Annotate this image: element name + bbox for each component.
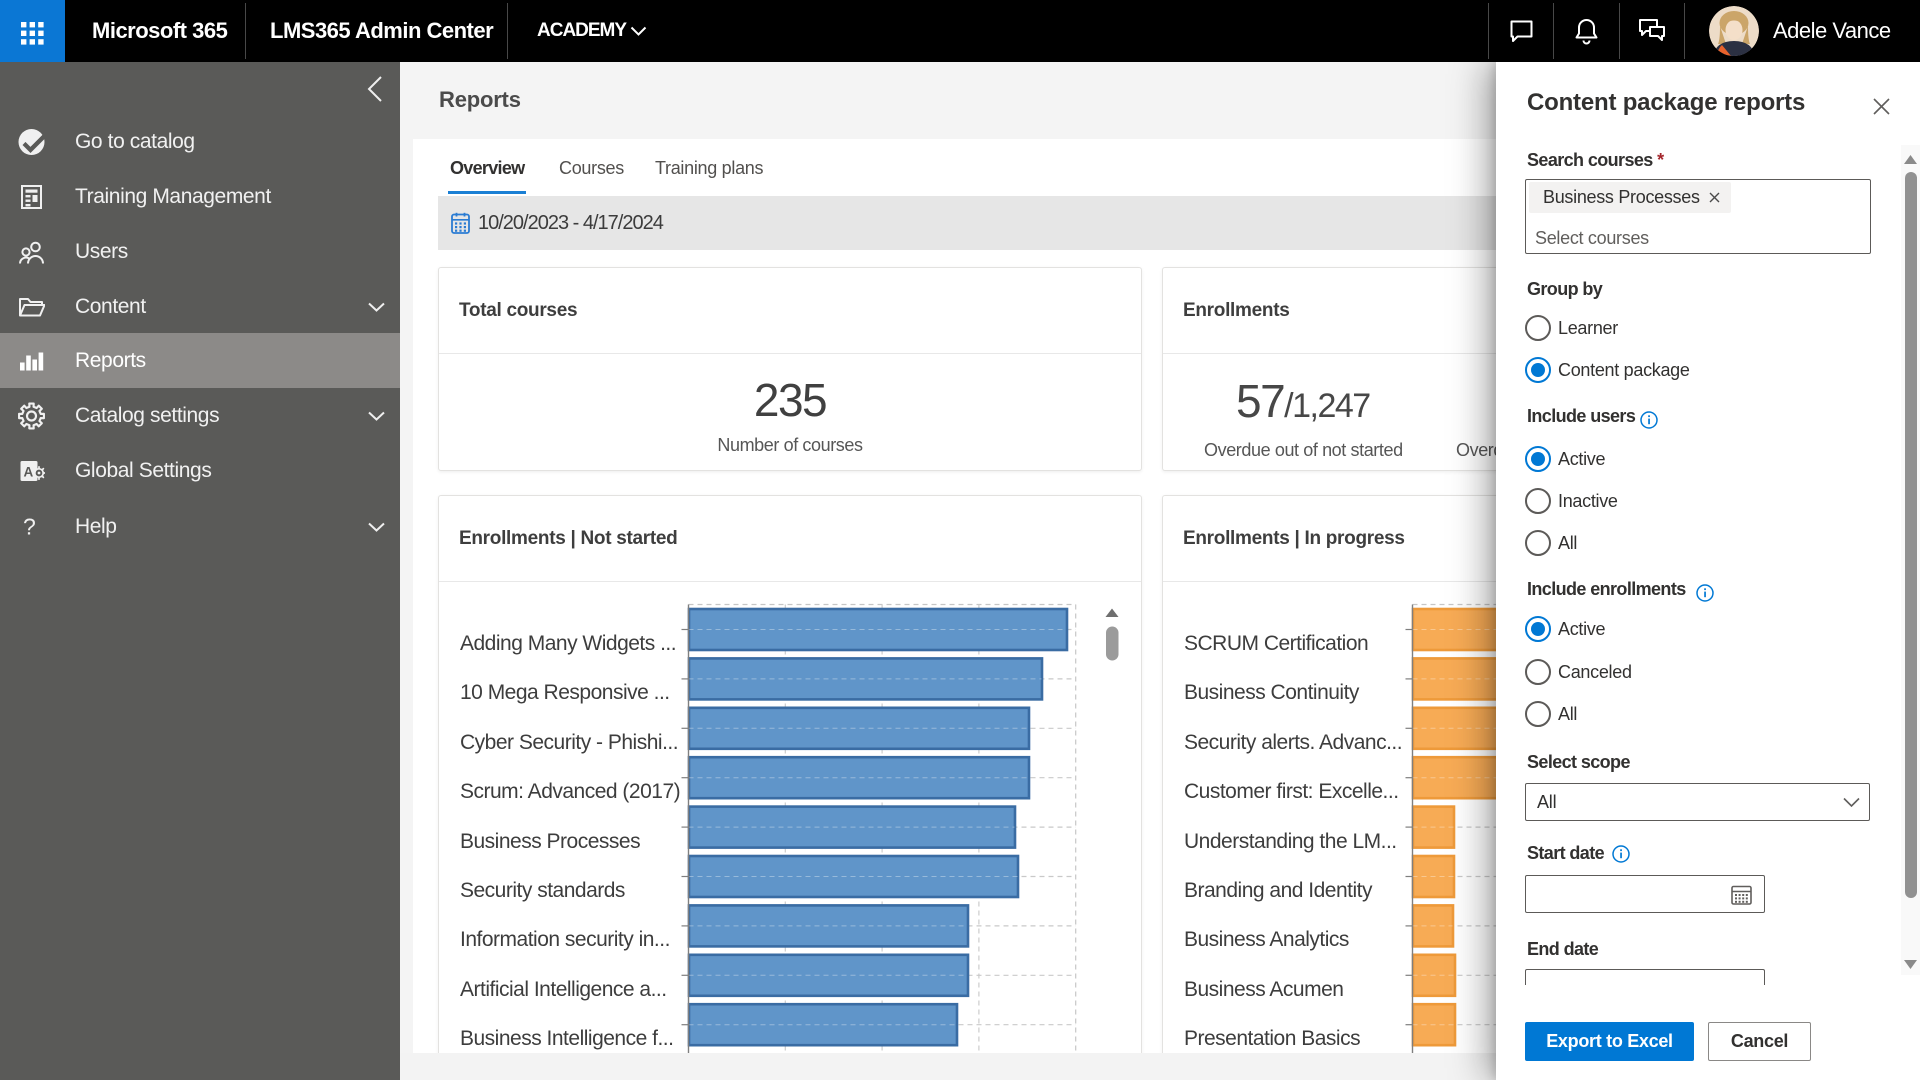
svg-text:A: A xyxy=(24,464,34,479)
